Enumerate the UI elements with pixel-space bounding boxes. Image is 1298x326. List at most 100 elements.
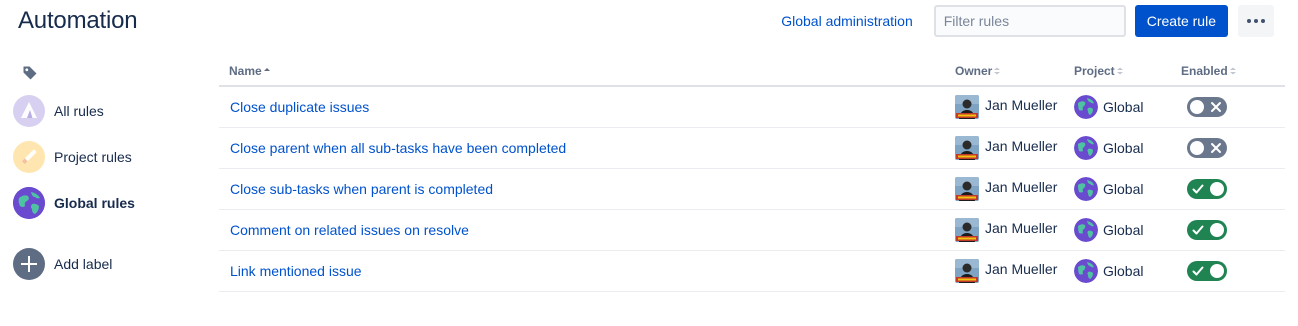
table-body: Close duplicate issues Jan Mueller Globa… xyxy=(219,87,1285,292)
add-label-button[interactable]: Add label xyxy=(13,248,112,280)
name-cell: Link mentioned issue xyxy=(230,251,362,291)
project-cell: Global xyxy=(1074,169,1143,209)
globe-icon xyxy=(1074,136,1098,160)
sidebar-item-all-rules[interactable]: All rules xyxy=(13,95,104,127)
owner-avatar xyxy=(955,95,979,119)
create-rule-button[interactable]: Create rule xyxy=(1134,5,1228,37)
rule-name-link[interactable]: Close parent when all sub-tasks have bee… xyxy=(230,140,566,156)
enabled-toggle[interactable] xyxy=(1187,261,1227,281)
name-cell: Close parent when all sub-tasks have bee… xyxy=(230,128,566,168)
owner-name: Jan Mueller xyxy=(985,97,1058,113)
rule-name-link[interactable]: Comment on related issues on resolve xyxy=(230,222,469,238)
owner-avatar xyxy=(955,136,979,160)
close-icon xyxy=(1211,102,1221,112)
atlassian-logo-icon xyxy=(13,95,45,127)
globe-icon xyxy=(1074,259,1098,283)
globe-icon xyxy=(1074,95,1098,119)
sidebar-item-label: Global rules xyxy=(54,195,135,211)
owner-name: Jan Mueller xyxy=(985,179,1058,195)
toggle-knob xyxy=(1210,264,1224,278)
sort-icon xyxy=(1229,67,1236,75)
owner-name: Jan Mueller xyxy=(985,261,1058,277)
table-row: Comment on related issues on resolve Jan… xyxy=(219,210,1285,251)
column-header-project[interactable]: Project xyxy=(1074,64,1123,78)
header-actions: Global administration Create rule xyxy=(781,5,1274,37)
column-header-enabled[interactable]: Enabled xyxy=(1181,64,1236,78)
enabled-cell xyxy=(1187,169,1227,209)
close-icon xyxy=(1211,143,1221,153)
name-cell: Comment on related issues on resolve xyxy=(230,210,469,250)
enabled-toggle[interactable] xyxy=(1187,138,1227,158)
enabled-toggle[interactable] xyxy=(1187,97,1227,117)
table-row: Close parent when all sub-tasks have bee… xyxy=(219,128,1285,169)
filter-rules-input[interactable] xyxy=(933,5,1126,37)
owner-name: Jan Mueller xyxy=(985,220,1058,236)
column-header-owner[interactable]: Owner xyxy=(955,64,1001,78)
owner-avatar xyxy=(955,218,979,242)
add-label-text: Add label xyxy=(54,256,113,272)
project-name: Global xyxy=(1103,263,1144,279)
project-name: Global xyxy=(1103,222,1144,238)
sidebar-item-label: All rules xyxy=(54,103,104,119)
enabled-toggle[interactable] xyxy=(1187,179,1227,199)
check-icon xyxy=(1192,225,1204,235)
more-dot xyxy=(1261,19,1265,23)
project-name: Global xyxy=(1103,181,1144,197)
owner-cell: Jan Mueller xyxy=(955,251,1057,291)
page-title: Automation xyxy=(18,7,138,34)
globe-icon xyxy=(13,187,45,219)
sidebar-item-global-rules[interactable]: Global rules xyxy=(13,187,135,219)
table-row: Link mentioned issue Jan Mueller Global xyxy=(219,251,1285,292)
table-row: Close duplicate issues Jan Mueller Globa… xyxy=(219,87,1285,128)
name-cell: Close sub-tasks when parent is completed xyxy=(230,169,493,209)
enabled-cell xyxy=(1187,128,1227,168)
owner-cell: Jan Mueller xyxy=(955,210,1057,250)
project-cell: Global xyxy=(1074,128,1143,168)
project-name: Global xyxy=(1103,99,1144,115)
rule-name-link[interactable]: Close sub-tasks when parent is completed xyxy=(230,181,493,197)
pencil-icon xyxy=(13,141,45,173)
owner-avatar xyxy=(955,177,979,201)
project-cell: Global xyxy=(1074,210,1143,250)
table-row: Close sub-tasks when parent is completed… xyxy=(219,169,1285,210)
owner-cell: Jan Mueller xyxy=(955,128,1057,168)
rule-name-link[interactable]: Link mentioned issue xyxy=(230,263,362,279)
project-name: Global xyxy=(1103,140,1144,156)
column-label: Project xyxy=(1074,64,1115,78)
project-cell: Global xyxy=(1074,251,1143,291)
more-dot xyxy=(1254,19,1258,23)
sidebar-item-project-rules[interactable]: Project rules xyxy=(13,141,132,173)
owner-avatar xyxy=(955,259,979,283)
more-horizontal-icon xyxy=(1247,19,1251,23)
owner-cell: Jan Mueller xyxy=(955,87,1057,127)
rules-table: Name Owner Project Enabled Close duplica… xyxy=(219,60,1285,292)
name-cell: Close duplicate issues xyxy=(230,87,369,127)
owner-name: Jan Mueller xyxy=(985,138,1058,154)
column-label: Name xyxy=(229,64,262,78)
tag-icon xyxy=(23,66,37,80)
toggle-knob xyxy=(1210,182,1224,196)
enabled-cell xyxy=(1187,210,1227,250)
project-cell: Global xyxy=(1074,87,1143,127)
global-administration-link[interactable]: Global administration xyxy=(781,13,913,29)
globe-icon xyxy=(1074,177,1098,201)
enabled-cell xyxy=(1187,251,1227,291)
sort-icon xyxy=(1116,67,1123,75)
check-icon xyxy=(1192,184,1204,194)
column-header-name[interactable]: Name xyxy=(229,64,270,78)
table-header: Name Owner Project Enabled xyxy=(219,60,1285,87)
more-actions-button[interactable] xyxy=(1238,5,1274,37)
rule-name-link[interactable]: Close duplicate issues xyxy=(230,99,369,115)
owner-cell: Jan Mueller xyxy=(955,169,1057,209)
plus-icon xyxy=(13,248,45,280)
sort-ascending-icon xyxy=(263,68,270,71)
toggle-knob xyxy=(1190,141,1204,155)
enabled-cell xyxy=(1187,87,1227,127)
toggle-knob xyxy=(1190,100,1204,114)
column-label: Owner xyxy=(955,64,993,78)
sort-icon xyxy=(994,67,1001,75)
toggle-knob xyxy=(1210,223,1224,237)
enabled-toggle[interactable] xyxy=(1187,220,1227,240)
globe-icon xyxy=(1074,218,1098,242)
check-icon xyxy=(1192,266,1204,276)
